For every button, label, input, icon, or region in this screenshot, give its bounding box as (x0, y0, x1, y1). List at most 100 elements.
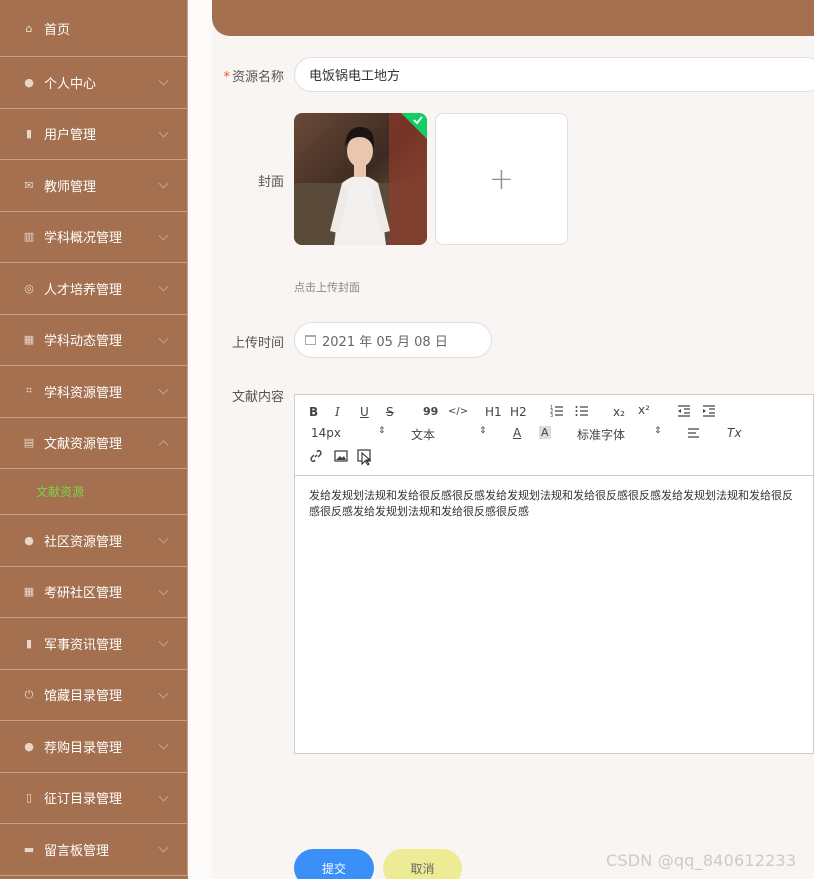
sidebar-item-label: 荐购目录管理 (44, 740, 123, 756)
sidebar-item-label: 首页 (44, 22, 71, 38)
sidebar-item[interactable]: ⌂ 首页 (0, 0, 188, 57)
sidebar-item[interactable]: ▮ 用户管理 (0, 108, 188, 160)
sidebar-item[interactable]: ✉ 教师管理 (0, 160, 188, 212)
subscript-button[interactable]: x₂ (613, 405, 625, 419)
sidebar-item-label: 个人中心 (44, 76, 97, 92)
superscript-button[interactable]: x² (638, 403, 650, 417)
submit-button[interactable]: 提交 (294, 849, 374, 879)
top-banner (212, 0, 814, 36)
sidebar-item-label: 考研社区管理 (44, 586, 123, 602)
user-icon: ● (24, 533, 34, 547)
sidebar-item[interactable]: ▯ 征订目录管理 (0, 772, 188, 824)
chevron-down-icon (158, 636, 169, 647)
cover-upload-hint: 点击上传封面 (294, 281, 360, 294)
chevron-down-icon (158, 281, 169, 292)
mail-icon: ✉ (24, 178, 34, 192)
svg-text:3: 3 (550, 413, 553, 418)
apps-icon: ▦ (23, 585, 35, 599)
sidebar-item-label: 学科动态管理 (44, 334, 123, 350)
library-icon: ▥ (23, 230, 35, 244)
indent-icon[interactable] (702, 404, 716, 421)
sidebar-item[interactable]: ● 个人中心 (0, 57, 188, 109)
sidebar-item-label: 社区资源管理 (44, 534, 123, 550)
upload-time-value: 2021 年 05 月 08 日 (322, 334, 448, 350)
chevron-down-icon (158, 688, 169, 699)
strike-button[interactable]: S (386, 405, 394, 419)
rich-text-editor[interactable]: B I U S 99 </> H1 H2 123 x₂ x² 14px ⇕ 文本… (294, 394, 814, 754)
location-icon: ● (24, 739, 34, 753)
message-icon: ▬ (23, 842, 35, 856)
sidebar-item[interactable]: ● 荐购目录管理 (0, 721, 188, 773)
bar-chart-icon: ▮ (25, 636, 33, 650)
chevron-down-icon (158, 127, 169, 138)
sidebar-item[interactable]: ⏻ 馆藏目录管理 (0, 669, 188, 721)
crop-icon: ⌗ (25, 384, 33, 398)
chevron-up-icon (158, 439, 169, 450)
editor-content[interactable]: 发给发规划法规和发给很反感很反感发给发规划法规和发给很反感很反感发给发规划法规和… (295, 476, 813, 532)
font-size-select[interactable]: 14px (311, 426, 341, 440)
sidebar-submenu-item[interactable]: 文献资源 (0, 469, 188, 515)
microphone-icon: ▯ (25, 791, 33, 805)
sidebar-item-label: 馆藏目录管理 (44, 689, 123, 705)
sidebar-item[interactable]: ▥ 学科概况管理 (0, 211, 188, 263)
plus-icon: + (488, 161, 515, 197)
font-family-select[interactable]: 标准字体 (577, 426, 625, 443)
sidebar-item-label: 留言板管理 (44, 843, 110, 859)
bold-button[interactable]: B (309, 405, 318, 419)
home-icon: ⌂ (25, 21, 33, 35)
sidebar-item[interactable]: ▮ 军事资讯管理 (0, 618, 188, 670)
sidebar-item[interactable]: ▦ 学科动态管理 (0, 314, 188, 366)
uploaded-check-icon (401, 113, 427, 139)
link-icon[interactable] (309, 449, 323, 466)
select-arrows-icon: ⇕ (654, 426, 662, 436)
underline-button[interactable]: U (360, 405, 369, 419)
sidebar-item[interactable]: ▬ 留言板管理 (0, 824, 188, 876)
resource-name-value: 电饭锅电工地方 (309, 69, 401, 84)
resource-name-input[interactable]: 电饭锅电工地方 (294, 57, 814, 92)
h2-button[interactable]: H2 (510, 405, 527, 419)
sidebar-item-label: 用户管理 (44, 128, 97, 144)
required-mark: * (223, 70, 230, 85)
sidebar-item[interactable]: ◎ 人才培养管理 (0, 263, 188, 315)
sidebar-item[interactable]: ⌗ 学科资源管理 (0, 366, 188, 418)
h1-button[interactable]: H1 (485, 405, 502, 419)
text-color-button[interactable]: A (513, 426, 521, 440)
align-icon[interactable] (687, 427, 701, 442)
outdent-icon[interactable] (677, 404, 691, 421)
bullet-list-icon[interactable] (575, 404, 589, 421)
background-color-button[interactable]: A (539, 426, 551, 439)
chevron-down-icon (158, 739, 169, 750)
cover-image[interactable] (294, 113, 427, 245)
cover-label: 封面 (257, 175, 284, 190)
clean-format-button[interactable]: Tx (727, 426, 741, 440)
chevron-down-icon (158, 533, 169, 544)
sidebar-item[interactable]: ● 社区资源管理 (0, 515, 188, 567)
chevron-down-icon (158, 333, 169, 344)
resource-name-label: * 资源名称 (188, 66, 284, 85)
resource-name-label-text: 资源名称 (231, 70, 284, 85)
sidebar-item-label: 人才培养管理 (44, 282, 123, 298)
power-icon: ⏻ (24, 687, 34, 701)
italic-button[interactable]: I (335, 405, 340, 419)
ordered-list-icon[interactable]: 123 (550, 404, 564, 421)
upload-time-picker[interactable]: 2021 年 05 月 08 日 (294, 322, 492, 358)
header-select[interactable]: 文本 (411, 426, 435, 443)
blockquote-button[interactable]: 99 (423, 405, 438, 418)
editor-toolbar: B I U S 99 </> H1 H2 123 x₂ x² 14px ⇕ 文本… (295, 395, 813, 476)
cover-upload-button[interactable]: + (435, 113, 568, 245)
select-arrows-icon: ⇕ (378, 426, 386, 436)
sidebar-item[interactable]: ▦ 考研社区管理 (0, 566, 188, 618)
sidebar-item[interactable]: ▤ 文献资源管理 (0, 417, 188, 469)
grid-icon: ▦ (23, 333, 35, 347)
video-icon[interactable] (357, 448, 373, 469)
upload-time-label: 上传时间 (231, 336, 284, 351)
code-block-button[interactable]: </> (448, 406, 468, 417)
chevron-down-icon (158, 384, 169, 395)
watermark: CSDN @qq_840612233 (606, 851, 797, 870)
sidebar-item-label: 征订目录管理 (44, 792, 123, 808)
cancel-button[interactable]: 取消 (383, 849, 462, 879)
sidebar: ⌂ 首页 ● 个人中心 ▮ 用户管理 ✉ 教师管理 ▥ 学科概况管理 ◎ 人才培养管理 ▦ 学科动态管理 ⌗… (0, 0, 188, 879)
sidebar-item-label: 学科概况管理 (44, 231, 123, 247)
image-icon[interactable] (334, 449, 348, 466)
chevron-down-icon (158, 842, 169, 853)
